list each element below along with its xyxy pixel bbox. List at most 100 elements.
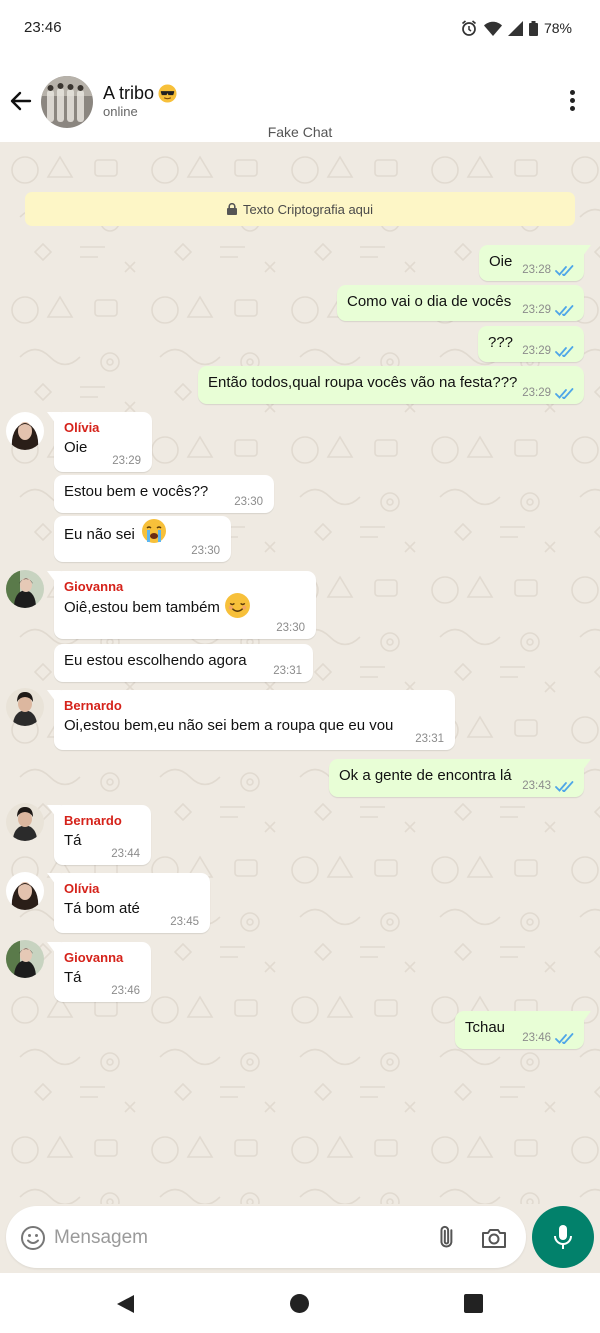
message-meta: 23:45 bbox=[170, 916, 199, 928]
status-time: 23:46 bbox=[24, 19, 62, 36]
message-meta: 23:46 bbox=[522, 1032, 574, 1044]
avatar-olivia[interactable] bbox=[6, 872, 44, 910]
message-bubble[interactable]: Tchau 23:46 bbox=[455, 1011, 591, 1049]
message-bubble[interactable]: Olívia Oie 23:29 bbox=[47, 412, 152, 472]
camera-icon[interactable] bbox=[480, 1224, 508, 1252]
nav-recents-icon[interactable] bbox=[464, 1294, 483, 1313]
message-meta: 23:29 bbox=[522, 304, 574, 316]
emoji-icon[interactable] bbox=[20, 1225, 46, 1251]
message-text: Então todos,qual roupa vocês vão na fest… bbox=[208, 374, 518, 391]
message-meta: 23:43 bbox=[522, 780, 574, 792]
message-time: 23:30 bbox=[276, 622, 305, 634]
message-composer: Mensagem bbox=[6, 1206, 526, 1268]
message-input[interactable]: Mensagem bbox=[54, 1227, 148, 1249]
chat-header: A tribo online Fake Chat bbox=[0, 56, 600, 142]
encryption-notice-text: Texto Criptografia aqui bbox=[242, 201, 374, 217]
lock-icon bbox=[226, 203, 237, 215]
message-bubble[interactable]: Eu não sei 23:30 bbox=[54, 516, 231, 562]
message-time: 23:45 bbox=[170, 916, 199, 928]
message-meta: 23:30 bbox=[276, 622, 305, 634]
message-list[interactable]: Texto Criptografia aqui Oie 23:28 Como v… bbox=[0, 142, 600, 1204]
sender-name: Bernardo bbox=[64, 813, 122, 828]
microphone-icon bbox=[554, 1225, 572, 1249]
message-text: Tchau bbox=[465, 1019, 506, 1036]
message-text: Tá bbox=[64, 832, 82, 849]
system-navigation-bar bbox=[0, 1273, 600, 1333]
avatar-bernardo[interactable] bbox=[6, 688, 44, 726]
message-bubble[interactable]: Oie 23:28 bbox=[479, 245, 591, 281]
message-bubble[interactable]: Eu estou escolhendo agora 23:31 bbox=[54, 644, 313, 682]
battery-icon bbox=[528, 20, 538, 36]
message-time: 23:31 bbox=[273, 665, 302, 677]
message-time: 23:43 bbox=[522, 780, 551, 792]
paperclip-icon[interactable] bbox=[431, 1224, 459, 1252]
message-text: Oiê,estou bem também bbox=[64, 599, 220, 617]
message-time: 23:29 bbox=[522, 345, 551, 357]
message-time: 23:29 bbox=[522, 304, 551, 316]
message-text: Oi,estou bem,eu não sei bem a roupa que … bbox=[64, 717, 394, 734]
crying-face-emoji bbox=[142, 519, 167, 544]
message-text: Estou bem e vocês?? bbox=[64, 483, 209, 500]
sender-name: Giovanna bbox=[64, 579, 124, 594]
avatar-olivia[interactable] bbox=[6, 412, 44, 450]
message-time: 23:46 bbox=[522, 1032, 551, 1044]
group-avatar[interactable] bbox=[41, 76, 93, 128]
message-time: 23:29 bbox=[522, 387, 551, 399]
message-time: 23:44 bbox=[111, 848, 140, 860]
smiling-face-emoji bbox=[225, 593, 251, 618]
more-options-icon[interactable] bbox=[565, 90, 579, 114]
chat-title-text: A tribo bbox=[103, 83, 155, 103]
battery-level: 78% bbox=[543, 20, 572, 36]
message-text: Eu estou escolhendo agora bbox=[64, 652, 247, 669]
sender-name: Giovanna bbox=[64, 950, 124, 965]
nav-back-icon[interactable] bbox=[114, 1293, 136, 1315]
read-receipt-icon bbox=[555, 264, 574, 276]
message-meta: 23:44 bbox=[111, 848, 140, 860]
message-bubble[interactable]: ??? 23:29 bbox=[478, 326, 584, 362]
message-bubble[interactable]: Estou bem e vocês?? 23:30 bbox=[54, 475, 274, 513]
message-text: ??? bbox=[488, 334, 514, 351]
wifi-icon bbox=[483, 21, 502, 36]
message-bubble[interactable]: Ok a gente de encontra lá 23:43 bbox=[329, 759, 591, 797]
read-receipt-icon bbox=[555, 780, 574, 792]
read-receipt-icon bbox=[555, 345, 574, 357]
back-arrow-icon[interactable] bbox=[8, 88, 34, 114]
chat-title[interactable]: A tribo bbox=[103, 83, 177, 104]
message-meta: 23:46 bbox=[111, 985, 140, 997]
message-text: Eu não sei bbox=[64, 526, 135, 543]
message-bubble[interactable]: Bernardo Tá 23:44 bbox=[47, 805, 151, 865]
message-time: 23:28 bbox=[522, 264, 551, 276]
avatar-giovanna[interactable] bbox=[6, 940, 44, 978]
avatar-bernardo[interactable] bbox=[6, 803, 44, 841]
message-time: 23:31 bbox=[415, 733, 444, 745]
signal-icon bbox=[507, 20, 523, 36]
message-bubble[interactable]: Como vai o dia de vocês 23:29 bbox=[337, 285, 584, 321]
message-meta: 23:31 bbox=[273, 665, 302, 677]
message-bubble[interactable]: Olívia Tá bom até 23:45 bbox=[47, 873, 210, 933]
message-time: 23:46 bbox=[111, 985, 140, 997]
mic-button[interactable] bbox=[532, 1206, 594, 1268]
message-time: 23:29 bbox=[112, 455, 141, 467]
message-bubble[interactable]: Então todos,qual roupa vocês vão na fest… bbox=[198, 366, 584, 404]
message-meta: 23:28 bbox=[522, 264, 574, 276]
encryption-notice[interactable]: Texto Criptografia aqui bbox=[25, 192, 575, 226]
message-text: Oie bbox=[64, 439, 88, 456]
avatar-giovanna[interactable] bbox=[6, 570, 44, 608]
message-meta: 23:31 bbox=[415, 733, 444, 745]
sunglasses-emoji bbox=[158, 84, 177, 103]
nav-home-icon[interactable] bbox=[290, 1294, 309, 1313]
message-bubble[interactable]: Giovanna Oiê,estou bem também 23:30 bbox=[47, 571, 316, 639]
message-meta: 23:30 bbox=[191, 545, 220, 557]
alarm-icon bbox=[461, 20, 477, 36]
fake-chat-caption: Fake Chat bbox=[267, 124, 333, 140]
message-text: Tá bom até bbox=[64, 900, 140, 917]
message-time: 23:30 bbox=[191, 545, 220, 557]
message-text: Oie bbox=[489, 253, 513, 270]
message-text: Como vai o dia de vocês bbox=[347, 293, 512, 310]
message-meta: 23:29 bbox=[522, 387, 574, 399]
message-text: Tá bbox=[64, 969, 82, 986]
message-bubble[interactable]: Giovanna Tá 23:46 bbox=[47, 942, 151, 1002]
read-receipt-icon bbox=[555, 304, 574, 316]
status-icons: 78% bbox=[460, 19, 572, 37]
message-bubble[interactable]: Bernardo Oi,estou bem,eu não sei bem a r… bbox=[47, 690, 455, 750]
